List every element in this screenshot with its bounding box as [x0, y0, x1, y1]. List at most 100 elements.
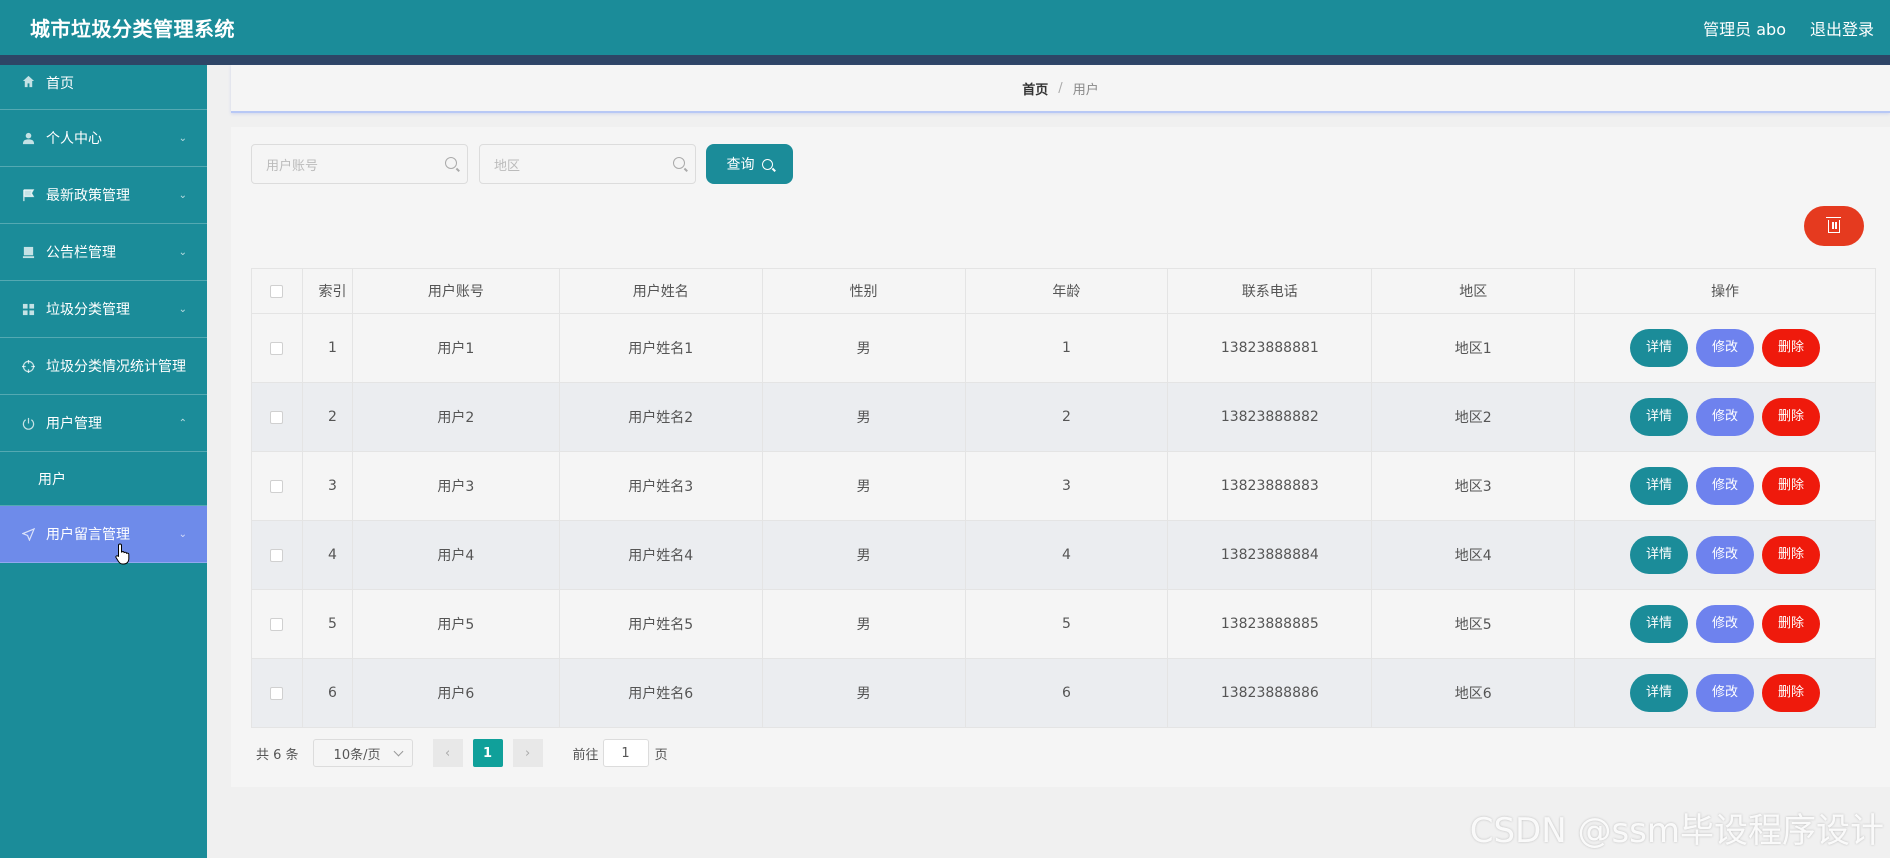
prev-page-button[interactable]: ‹ [432, 739, 463, 767]
edit-button[interactable]: 修改 [1696, 605, 1755, 643]
edit-button[interactable]: 修改 [1696, 329, 1755, 367]
chevron-left-icon: ‹ [444, 745, 451, 761]
sidebar-item-label: 个人中心 [46, 131, 102, 147]
chevron-down-icon: ⌄ [178, 303, 187, 315]
chevron-down-icon: ⌄ [178, 246, 187, 258]
cell-account: 用户4 [351, 520, 560, 590]
sidebar-item-label: 用户留言管理 [46, 527, 130, 543]
target-icon [20, 358, 36, 374]
sidebar-item-label: 用户管理 [46, 416, 102, 432]
chevron-right-icon: › [524, 745, 531, 761]
row-checkbox[interactable] [270, 341, 284, 355]
cell-idx: 5 [301, 589, 353, 659]
cell-name: 用户姓名3 [558, 451, 763, 521]
chevron-down-icon [393, 746, 403, 756]
sidebar-item-user-management[interactable]: 用户管理 ⌃ [0, 395, 207, 452]
sidebar-item-profile[interactable]: 个人中心 ⌄ [0, 110, 207, 167]
detail-button[interactable]: 详情 [1630, 467, 1689, 505]
breadcrumb-home[interactable]: 首页 [1022, 79, 1048, 98]
detail-button[interactable]: 详情 [1630, 674, 1689, 712]
cell-gender: 男 [761, 520, 966, 590]
delete-button[interactable]: 删除 [1762, 398, 1821, 436]
sidebar-item-user-messages[interactable]: 用户留言管理 ⌄ [0, 506, 207, 563]
cell-gender: 男 [761, 589, 966, 659]
pagination-total: 共 6 条 [256, 747, 299, 763]
row-actions-cell: 详情 修改 删除 [1574, 451, 1876, 521]
cell-account: 用户2 [351, 382, 560, 452]
goto-page-input[interactable]: 1 [602, 739, 649, 767]
table-header-row: 索引 用户账号 用户姓名 性别 年龄 联系电话 地区 操作 [251, 268, 1876, 314]
pointer-cursor-icon [115, 543, 130, 565]
sidebar-item-policy[interactable]: 最新政策管理 ⌄ [0, 167, 207, 224]
sidebar-subitem-label: 用户 [38, 471, 66, 488]
sidebar-item-notice[interactable]: 公告栏管理 ⌄ [0, 224, 207, 281]
row-checkbox[interactable] [270, 617, 284, 631]
cell-name: 用户姓名5 [558, 589, 763, 659]
region-search-input[interactable]: 地区 [479, 144, 696, 184]
app-title: 城市垃圾分类管理系统 [30, 17, 235, 41]
delete-button[interactable]: 删除 [1762, 605, 1821, 643]
column-header: 操作 [1574, 268, 1876, 314]
cell-gender: 男 [761, 313, 966, 383]
row-actions-cell: 详情 修改 删除 [1574, 589, 1876, 659]
row-checkbox[interactable] [270, 410, 284, 424]
cell-gender: 男 [761, 382, 966, 452]
row-checkbox[interactable] [270, 548, 284, 562]
cell-phone: 13823888886 [1167, 658, 1373, 728]
chevron-down-icon: ⌄ [178, 189, 187, 201]
chevron-up-icon: ⌃ [178, 417, 187, 429]
delete-button[interactable]: 删除 [1762, 329, 1821, 367]
query-button[interactable]: 查询 [706, 144, 793, 184]
select-all-cell[interactable] [251, 268, 303, 314]
sidebar-item-home[interactable]: 首页 [0, 65, 207, 110]
cell-age: 3 [964, 451, 1169, 521]
column-header: 地区 [1371, 268, 1576, 314]
page-number-button[interactable]: 1 [472, 739, 503, 767]
batch-delete-button[interactable] [1804, 206, 1864, 246]
edit-button[interactable]: 修改 [1696, 674, 1755, 712]
detail-button[interactable]: 详情 [1630, 536, 1689, 574]
detail-button[interactable]: 详情 [1630, 605, 1689, 643]
detail-button[interactable]: 详情 [1630, 329, 1689, 367]
sidebar-item-statistics[interactable]: 垃圾分类情况统计管理 [0, 338, 207, 395]
cell-account: 用户6 [351, 658, 560, 728]
cell-account: 用户3 [351, 451, 560, 521]
row-checkbox[interactable] [270, 479, 284, 493]
region-search-placeholder: 地区 [494, 158, 521, 174]
next-page-button[interactable]: › [512, 739, 543, 767]
page-size-select[interactable]: 10条/页 [312, 739, 413, 767]
cell-phone: 13823888885 [1167, 589, 1373, 659]
column-header: 联系电话 [1167, 268, 1373, 314]
account-search-placeholder: 用户账号 [266, 158, 319, 174]
cell-name: 用户姓名1 [558, 313, 763, 383]
cell-age: 6 [964, 658, 1169, 728]
edit-button[interactable]: 修改 [1696, 467, 1755, 505]
account-search-input[interactable]: 用户账号 [251, 144, 468, 184]
goto-label: 前往 [572, 747, 599, 763]
select-all-checkbox[interactable] [270, 284, 284, 298]
watermark: CSDN @ssm毕设程序设计 [1469, 811, 1884, 851]
detail-button[interactable]: 详情 [1630, 398, 1689, 436]
cell-idx: 2 [301, 382, 353, 452]
row-checkbox[interactable] [270, 686, 284, 700]
sidebar-item-garbage-category[interactable]: 垃圾分类管理 ⌄ [0, 281, 207, 338]
column-header: 年龄 [964, 268, 1169, 314]
logout-link[interactable]: 退出登录 [1810, 16, 1874, 40]
cell-phone: 13823888882 [1167, 382, 1373, 452]
search-icon [445, 157, 457, 169]
row-select-cell [251, 520, 303, 590]
edit-button[interactable]: 修改 [1696, 536, 1755, 574]
delete-button[interactable]: 删除 [1762, 674, 1821, 712]
edit-button[interactable]: 修改 [1696, 398, 1755, 436]
delete-button[interactable]: 删除 [1762, 467, 1821, 505]
sidebar-subitem-user[interactable]: 用户 [0, 452, 207, 506]
delete-button[interactable]: 删除 [1762, 536, 1821, 574]
row-actions-cell: 详情 修改 删除 [1574, 313, 1876, 383]
page-size-value: 10条/页 [333, 747, 381, 763]
sidebar-item-label: 首页 [46, 76, 74, 92]
breadcrumb: 首页 / 用户 [231, 65, 1890, 113]
breadcrumb-separator: / [1058, 80, 1063, 96]
cell-age: 2 [964, 382, 1169, 452]
cell-region: 地区4 [1371, 520, 1576, 590]
user-table: 索引 用户账号 用户姓名 性别 年龄 联系电话 地区 操作 1 用户1 用户姓名1 男… [251, 268, 1876, 728]
